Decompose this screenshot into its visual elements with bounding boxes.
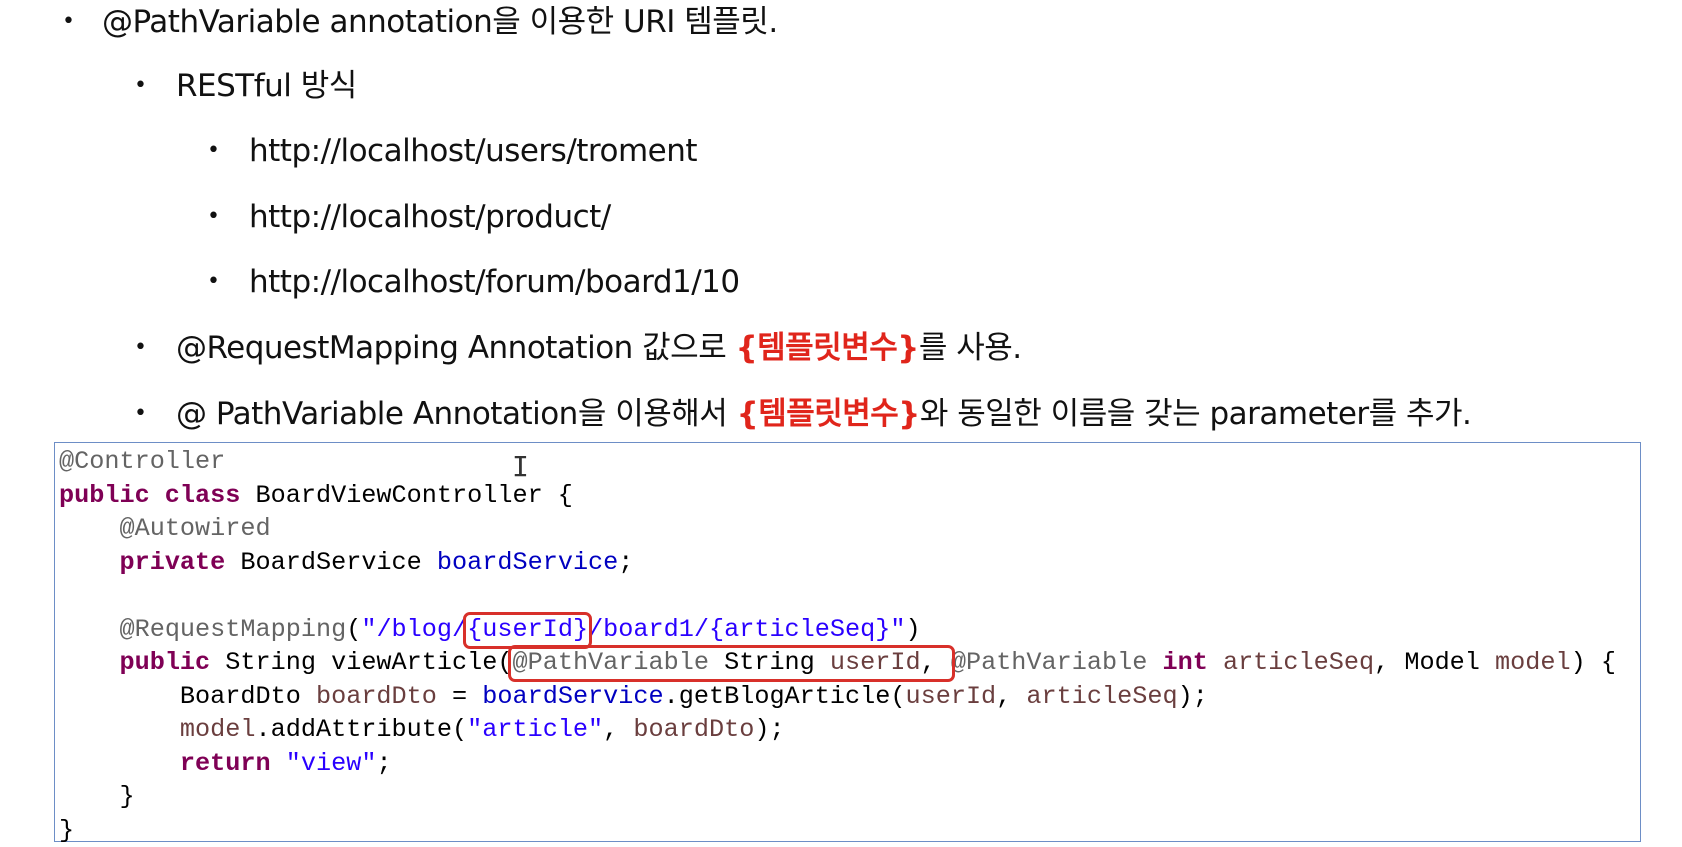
keyword: public bbox=[119, 648, 211, 677]
annotation: @PathVariable bbox=[512, 648, 709, 677]
keyword: int bbox=[1162, 648, 1208, 677]
string: /board1/{articleSeq}" bbox=[588, 614, 906, 644]
bullet-dot: • bbox=[207, 204, 220, 229]
code-text: ( bbox=[346, 614, 362, 644]
bullet-text: http://localhost/product/ bbox=[249, 199, 611, 235]
bullet-pathvariable-param: • @ PathVariable Annotation을 이용해서 {템플릿변수}… bbox=[134, 394, 1472, 434]
variable: boardDto bbox=[633, 715, 755, 744]
bullet-text: http://localhost/forum/board1/10 bbox=[249, 264, 740, 300]
code-text: ; bbox=[618, 547, 634, 577]
bullet-text: @ PathVariable Annotation을 이용해서 bbox=[176, 396, 737, 432]
annotation: @PathVariable bbox=[950, 648, 1148, 677]
code-text: .addAttribute( bbox=[255, 715, 468, 744]
bullet-dot: • bbox=[134, 73, 147, 98]
code-text: } bbox=[119, 782, 135, 811]
code-text: @Controller public class BoardViewContro… bbox=[59, 445, 1616, 847]
variable: boardDto bbox=[315, 681, 437, 711]
code-text: , bbox=[603, 715, 634, 744]
bullet-dot: • bbox=[62, 9, 75, 34]
code-text: } bbox=[59, 815, 75, 845]
variable: model bbox=[1495, 648, 1571, 677]
code-text: BoardService bbox=[225, 547, 437, 577]
variable: userId bbox=[905, 681, 997, 711]
code-text: , bbox=[996, 681, 1027, 711]
bullet-restful: • RESTful 방식 bbox=[134, 66, 357, 106]
bullet-url-users: • http://localhost/users/troment bbox=[207, 131, 698, 171]
bullet-text: @PathVariable annotation을 이용한 URI 템플릿. bbox=[102, 4, 778, 40]
bullet-url-forum: • http://localhost/forum/board1/10 bbox=[207, 262, 740, 302]
template-variable-highlight: {템플릿변수} bbox=[735, 330, 920, 366]
code-text: ; bbox=[376, 748, 392, 778]
text-cursor-icon: I bbox=[512, 450, 529, 483]
field: boardService bbox=[436, 547, 619, 577]
highlight-box-userid-template: {userId} bbox=[467, 614, 589, 644]
bullet-text: http://localhost/users/troment bbox=[249, 133, 698, 169]
code-text: ) bbox=[905, 614, 921, 644]
code-text: = bbox=[436, 681, 483, 711]
variable: articleSeq bbox=[1026, 681, 1178, 711]
annotation: @RequestMapping bbox=[119, 614, 347, 644]
bullet-requestmapping: • @RequestMapping Annotation 값으로 {템플릿변수}를… bbox=[134, 328, 1022, 368]
annotation: @Controller bbox=[59, 447, 226, 476]
bullet-text: 와 동일한 이름을 갖는 parameter를 추가. bbox=[919, 396, 1472, 432]
code-text: BoardDto bbox=[179, 681, 316, 711]
bullet-dot: • bbox=[207, 138, 220, 163]
bullet-text: @RequestMapping Annotation 값으로 bbox=[176, 330, 736, 366]
field: boardService bbox=[482, 681, 664, 711]
code-text: ); bbox=[1177, 681, 1208, 711]
string: "view" bbox=[285, 748, 377, 778]
bullet-url-product: • http://localhost/product/ bbox=[207, 197, 611, 237]
keyword: return bbox=[179, 748, 271, 778]
bullet-text: 를 사용. bbox=[918, 330, 1022, 366]
code-text: , Model bbox=[1374, 648, 1496, 677]
annotation: @Autowired bbox=[119, 514, 271, 543]
bullet-dot: • bbox=[134, 401, 147, 426]
string: "article" bbox=[467, 715, 604, 744]
string: "/blog/ bbox=[361, 614, 468, 644]
bullet-dot: • bbox=[134, 335, 147, 360]
code-text: String bbox=[708, 648, 830, 677]
highlight-box-pathvariable-userid: @PathVariable String userId, bbox=[512, 648, 950, 677]
keyword: public class bbox=[59, 480, 241, 510]
code-text: BoardViewController { bbox=[240, 480, 573, 510]
code-text: ) { bbox=[1570, 648, 1616, 677]
code-text: .getBlogArticle( bbox=[663, 681, 906, 711]
keyword: private bbox=[119, 547, 226, 577]
code-block: @Controller public class BoardViewContro… bbox=[54, 442, 1641, 845]
template-variable-highlight: {템플릿변수} bbox=[736, 396, 921, 432]
code-text: ); bbox=[754, 715, 785, 744]
code-text: , bbox=[920, 648, 951, 677]
bullet-text: RESTful 방식 bbox=[176, 68, 357, 104]
variable: articleSeq bbox=[1222, 648, 1375, 677]
variable: model bbox=[179, 715, 256, 744]
bullet-dot: • bbox=[207, 269, 220, 294]
variable: userId bbox=[829, 648, 921, 677]
bullet-pathvariable-intro: • @PathVariable annotation을 이용한 URI 템플릿. bbox=[62, 2, 778, 42]
code-text: String viewArticle( bbox=[210, 648, 513, 677]
